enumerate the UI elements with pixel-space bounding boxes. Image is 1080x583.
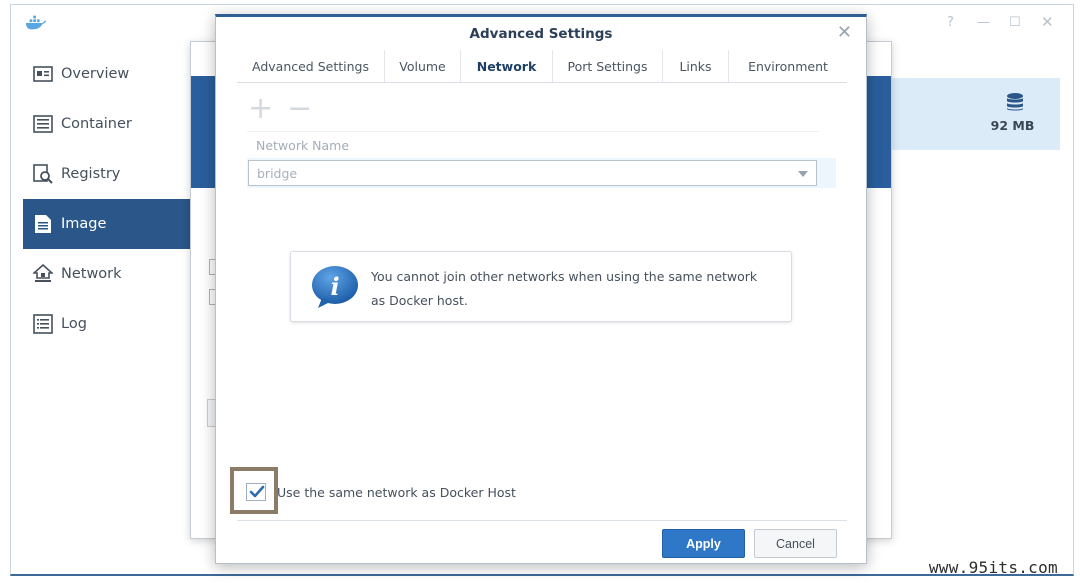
tab-environment[interactable]: Environment (728, 50, 847, 82)
network-icon (33, 264, 53, 284)
network-select-value: bridge (257, 166, 298, 181)
sidebar-item-label: Container (61, 116, 132, 132)
container-icon (33, 114, 53, 134)
tab-port-settings[interactable]: Port Settings (552, 50, 662, 82)
advanced-settings-dialog: Advanced Settings ✕ Advanced Settings Vo… (215, 14, 867, 564)
sidebar-item-label: Log (61, 316, 87, 332)
watermark: www.95its.com (928, 558, 1058, 577)
same-network-checkbox[interactable] (246, 483, 266, 501)
image-icon (33, 214, 53, 234)
sidebar-item-overview[interactable]: Overview (23, 49, 193, 99)
log-icon (33, 314, 53, 334)
overview-icon (33, 64, 53, 84)
tab-advanced-settings[interactable]: Advanced Settings (237, 50, 384, 82)
storage-size: 92 MB (990, 118, 1035, 133)
svg-text:i: i (330, 272, 339, 301)
info-icon: i (312, 266, 358, 308)
maximize-icon[interactable]: ☐ (1009, 15, 1021, 30)
notice-text: You cannot join other networks when usin… (371, 269, 758, 308)
sidebar-item-network[interactable]: Network (23, 249, 193, 299)
sidebar-item-container[interactable]: Container (23, 99, 193, 149)
tab-network[interactable]: Network (460, 50, 552, 89)
storage-info-panel: 92 MB (879, 78, 1060, 150)
tab-links[interactable]: Links (662, 50, 728, 82)
add-icon[interactable]: + (248, 94, 273, 124)
sidebar-item-label: Overview (61, 66, 130, 82)
network-toolbar: + − (248, 94, 326, 124)
tab-volume[interactable]: Volume (384, 50, 460, 82)
remove-icon[interactable]: − (287, 94, 312, 124)
sidebar-item-log[interactable]: Log (23, 299, 193, 349)
sidebar-item-image[interactable]: Image (23, 199, 193, 249)
close-icon[interactable]: ✕ (837, 23, 852, 43)
registry-icon (33, 164, 53, 184)
info-notice: i You cannot join other networks when us… (290, 251, 792, 322)
help-icon[interactable]: ? (947, 15, 954, 30)
database-icon (1007, 93, 1023, 111)
sidebar-item-label: Image (61, 216, 107, 232)
footer-divider (237, 520, 847, 521)
close-window-icon[interactable]: ✕ (1041, 13, 1054, 31)
dialog-title: Advanced Settings (469, 26, 613, 42)
chevron-down-icon (798, 171, 808, 177)
minimize-icon[interactable]: — (977, 15, 990, 30)
tab-bar: Advanced Settings Volume Network Port Se… (237, 50, 847, 89)
network-select[interactable]: bridge (248, 160, 817, 186)
sidebar: Overview Container Registry Image Networ… (23, 49, 193, 349)
background-dialog-banner (191, 76, 217, 188)
sidebar-item-registry[interactable]: Registry (23, 149, 193, 199)
docker-logo-icon (25, 15, 47, 30)
network-row: bridge (247, 158, 836, 188)
same-network-label[interactable]: Use the same network as Docker Host (277, 485, 516, 500)
apply-button[interactable]: Apply (662, 529, 745, 558)
cancel-button[interactable]: Cancel (754, 529, 837, 558)
sidebar-item-label: Network (61, 266, 122, 282)
network-name-header: Network Name (247, 131, 819, 158)
checkmark-icon (249, 485, 265, 498)
background-dialog-banner-right (865, 76, 891, 188)
sidebar-item-label: Registry (61, 166, 121, 182)
